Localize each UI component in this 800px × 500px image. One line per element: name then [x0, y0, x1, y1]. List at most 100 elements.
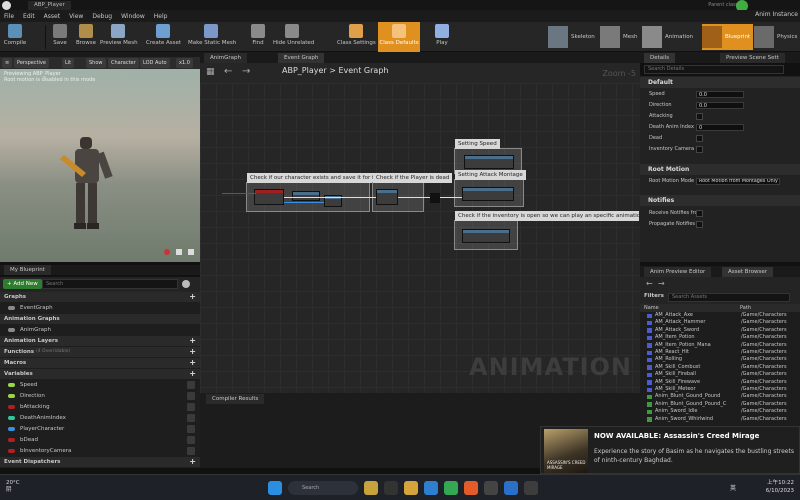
column-name[interactable]: Name	[644, 304, 659, 312]
graph-node[interactable]	[376, 189, 398, 205]
menu-help[interactable]: Help	[154, 13, 168, 20]
graph-node[interactable]	[464, 155, 514, 169]
viewport-menu-icon[interactable]: ≡	[2, 58, 12, 68]
speed-field[interactable]: 0.0	[696, 91, 744, 98]
file-explorer-icon[interactable]	[404, 481, 418, 495]
perspective-button[interactable]: Perspective	[14, 58, 49, 68]
visibility-eye-icon[interactable]	[187, 436, 195, 444]
tab-anim-preview-editor[interactable]: Anim Preview Editor	[644, 267, 712, 277]
add-icon[interactable]: +	[189, 336, 196, 346]
asset-row[interactable]: AM_Item_Potion_Mana/Game/Characters	[640, 342, 800, 349]
visibility-eye-icon[interactable]	[187, 414, 195, 422]
taskbar-search[interactable]: Search	[288, 481, 358, 495]
compile-button[interactable]: Compile	[2, 22, 28, 52]
attacking-checkbox[interactable]	[696, 113, 703, 120]
graph-node[interactable]	[292, 191, 320, 201]
mode-animation[interactable]: Animation	[642, 24, 693, 50]
grid-icon[interactable]: ▦	[206, 67, 215, 77]
visibility-eye-icon[interactable]	[187, 403, 195, 411]
save-button[interactable]: Save	[50, 22, 70, 52]
direction-field[interactable]: 0.0	[696, 102, 744, 109]
asset-row[interactable]: Anim_Sword_Idle/Game/Characters	[640, 408, 800, 415]
section-default[interactable]: Default	[640, 77, 800, 88]
asset-row[interactable]: AM_Rolling/Game/Characters	[640, 356, 800, 363]
root-motion-select[interactable]: Root Motion from Montages Only	[696, 178, 780, 185]
tab-event-graph[interactable]: Event Graph	[278, 53, 325, 63]
system-clock[interactable]: 上午10:22 6/10/2023	[766, 479, 794, 495]
variable-item[interactable]: Speed	[0, 380, 200, 390]
step-icon[interactable]	[188, 249, 194, 255]
blueprint-search-input[interactable]: Search	[42, 279, 178, 289]
document-tab[interactable]: ABP_Player	[28, 1, 71, 10]
visibility-eye-icon[interactable]	[187, 425, 195, 433]
graph-node[interactable]	[462, 229, 510, 243]
variable-item[interactable]: bDead	[0, 435, 200, 445]
sequence-node[interactable]	[430, 193, 440, 203]
character-button[interactable]: Character	[108, 58, 139, 68]
mode-physics[interactable]: Physics	[754, 24, 797, 50]
asset-search-input[interactable]: Search Assets	[668, 293, 790, 302]
asset-row[interactable]: AM_React_Hit/Game/Characters	[640, 349, 800, 356]
event-graph-canvas[interactable]: Check if our character exists and save i…	[200, 83, 640, 393]
eye-icon[interactable]	[182, 280, 190, 288]
forward-arrow-icon[interactable]: →	[242, 66, 250, 77]
variable-item[interactable]: Direction	[0, 391, 200, 401]
tab-details[interactable]: Details	[644, 53, 676, 63]
menu-view[interactable]: View	[69, 13, 83, 20]
tab-asset-browser[interactable]: Asset Browser	[722, 267, 774, 277]
asset-row[interactable]: Anim_Blunt_Gound_Pound/Game/Characters	[640, 393, 800, 400]
inventory-camera-checkbox[interactable]	[696, 146, 703, 153]
tab-compiler-results[interactable]: Compiler Results	[206, 394, 265, 404]
pause-icon[interactable]	[176, 249, 182, 255]
make-static-mesh-button[interactable]: Make Static Mesh	[188, 22, 236, 52]
death-anim-index-field[interactable]: 0	[696, 124, 744, 131]
create-asset-button[interactable]: Create Asset	[146, 22, 181, 52]
section-notifies[interactable]: Notifies	[640, 195, 800, 206]
visibility-eye-icon[interactable]	[187, 381, 195, 389]
blueprint-section[interactable]: Functions (4 Overridable) +	[0, 347, 200, 357]
add-new-button[interactable]: + Add New	[3, 279, 42, 289]
blueprint-section[interactable]: Graphs +	[0, 292, 200, 302]
vscode-icon[interactable]	[504, 481, 518, 495]
asset-row[interactable]: AM_Skill_Fireball/Game/Characters	[640, 371, 800, 378]
hide-unrelated-button[interactable]: Hide Unrelated	[273, 22, 314, 52]
input-language[interactable]: 英	[730, 483, 736, 492]
preview-mesh-button[interactable]: Preview Mesh	[100, 22, 138, 52]
forward-arrow-icon[interactable]: →	[658, 279, 665, 288]
variable-item[interactable]: PlayerCharacter	[0, 424, 200, 434]
blueprint-section[interactable]: Animation Layers +	[0, 336, 200, 346]
speed-button[interactable]: x1.0	[176, 58, 193, 68]
graph-item[interactable]: EventGraph	[0, 303, 200, 313]
blueprint-section[interactable]: Event Dispatchers +	[0, 457, 200, 467]
asset-row[interactable]: AM_Skill_Firewave/Game/Characters	[640, 379, 800, 386]
graph-node[interactable]	[254, 189, 284, 205]
menu-debug[interactable]: Debug	[92, 13, 112, 20]
browse-button[interactable]: Browse	[74, 22, 98, 52]
tab-anim-graph[interactable]: AnimGraph	[204, 53, 248, 63]
widgets-icon[interactable]	[364, 481, 378, 495]
edge-icon[interactable]	[424, 481, 438, 495]
task-view-icon[interactable]	[384, 481, 398, 495]
menu-file[interactable]: File	[4, 13, 14, 20]
add-icon[interactable]: +	[189, 292, 196, 302]
section-root-motion[interactable]: Root Motion	[640, 164, 800, 175]
variable-item[interactable]: DeathAnimIndex	[0, 413, 200, 423]
preview-viewport[interactable]: Previewing ABP_Player Root motion is dis…	[0, 69, 200, 262]
asset-row[interactable]: AM_Item_Potion/Game/Characters	[640, 334, 800, 341]
asset-row[interactable]: AM_Attack_Hammer/Game/Characters	[640, 319, 800, 326]
visibility-eye-icon[interactable]	[187, 392, 195, 400]
tab-preview-scene-settings[interactable]: Preview Scene Sett	[720, 53, 785, 63]
details-search-input[interactable]: Search Details	[644, 65, 784, 74]
column-path[interactable]: Path	[740, 304, 751, 312]
unreal-editor-taskbar-icon[interactable]	[484, 481, 498, 495]
record-icon[interactable]	[164, 249, 170, 255]
asset-row[interactable]: Anim_Blunt_Gound_Pound_C/Game/Characters	[640, 401, 800, 408]
filters-button[interactable]: Filters	[644, 293, 664, 299]
receive-notifies-checkbox[interactable]	[696, 210, 703, 217]
mode-skeleton[interactable]: Skeleton	[548, 24, 595, 50]
weather-widget[interactable]: 20°C 阴	[6, 480, 20, 494]
back-arrow-icon[interactable]: ←	[646, 279, 653, 288]
epic-launcher-icon[interactable]	[524, 481, 538, 495]
asset-row[interactable]: AM_Skill_Meteor/Game/Characters	[640, 386, 800, 393]
asset-row[interactable]: AM_Attack_Sword/Game/Characters	[640, 327, 800, 334]
